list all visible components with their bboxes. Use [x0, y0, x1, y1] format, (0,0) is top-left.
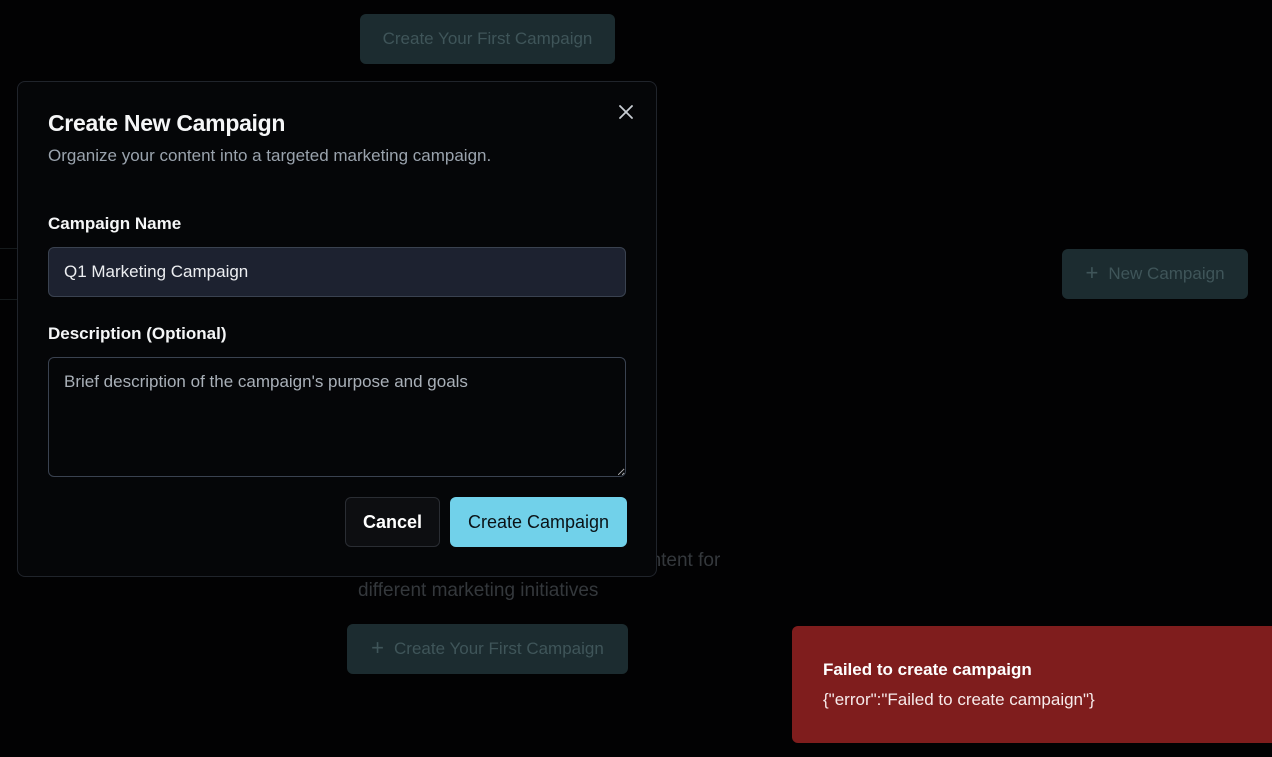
create-first-campaign-label-top: Create Your First Campaign	[382, 29, 593, 48]
empty-state-text-line2: different marketing initiatives	[358, 580, 599, 601]
toast-message: {"error":"Failed to create campaign"}	[823, 690, 1095, 709]
dialog-subtitle: Organize your content into a targeted ma…	[48, 146, 492, 165]
toast-title: Failed to create campaign	[823, 660, 1032, 679]
description-label: Description (Optional)	[48, 324, 227, 343]
plus-icon: +	[1085, 259, 1099, 285]
plus-icon: +	[371, 634, 385, 660]
campaign-name-label: Campaign Name	[48, 214, 182, 233]
create-campaign-dialog: Create New Campaign Organize your conten…	[17, 81, 657, 577]
create-campaign-button[interactable]: Create Campaign	[450, 497, 627, 547]
error-toast[interactable]: Failed to create campaign {"error":"Fail…	[792, 626, 1272, 743]
new-campaign-label: New Campaign	[1108, 264, 1225, 283]
close-icon	[619, 105, 633, 119]
cancel-button[interactable]: Cancel	[345, 497, 440, 547]
create-first-campaign-label: Create Your First Campaign	[394, 639, 604, 658]
new-campaign-button[interactable]: + New Campaign	[1062, 249, 1248, 299]
create-first-campaign-button-top[interactable]: Create Your First Campaign	[360, 14, 615, 64]
close-button[interactable]	[616, 102, 636, 122]
create-first-campaign-button[interactable]: + Create Your First Campaign	[347, 624, 628, 674]
page-root: Create Your First Campaign + New Campaig…	[0, 0, 1272, 757]
dialog-title: Create New Campaign	[48, 110, 286, 136]
description-textarea[interactable]	[48, 357, 626, 477]
campaign-name-input[interactable]	[48, 247, 626, 297]
